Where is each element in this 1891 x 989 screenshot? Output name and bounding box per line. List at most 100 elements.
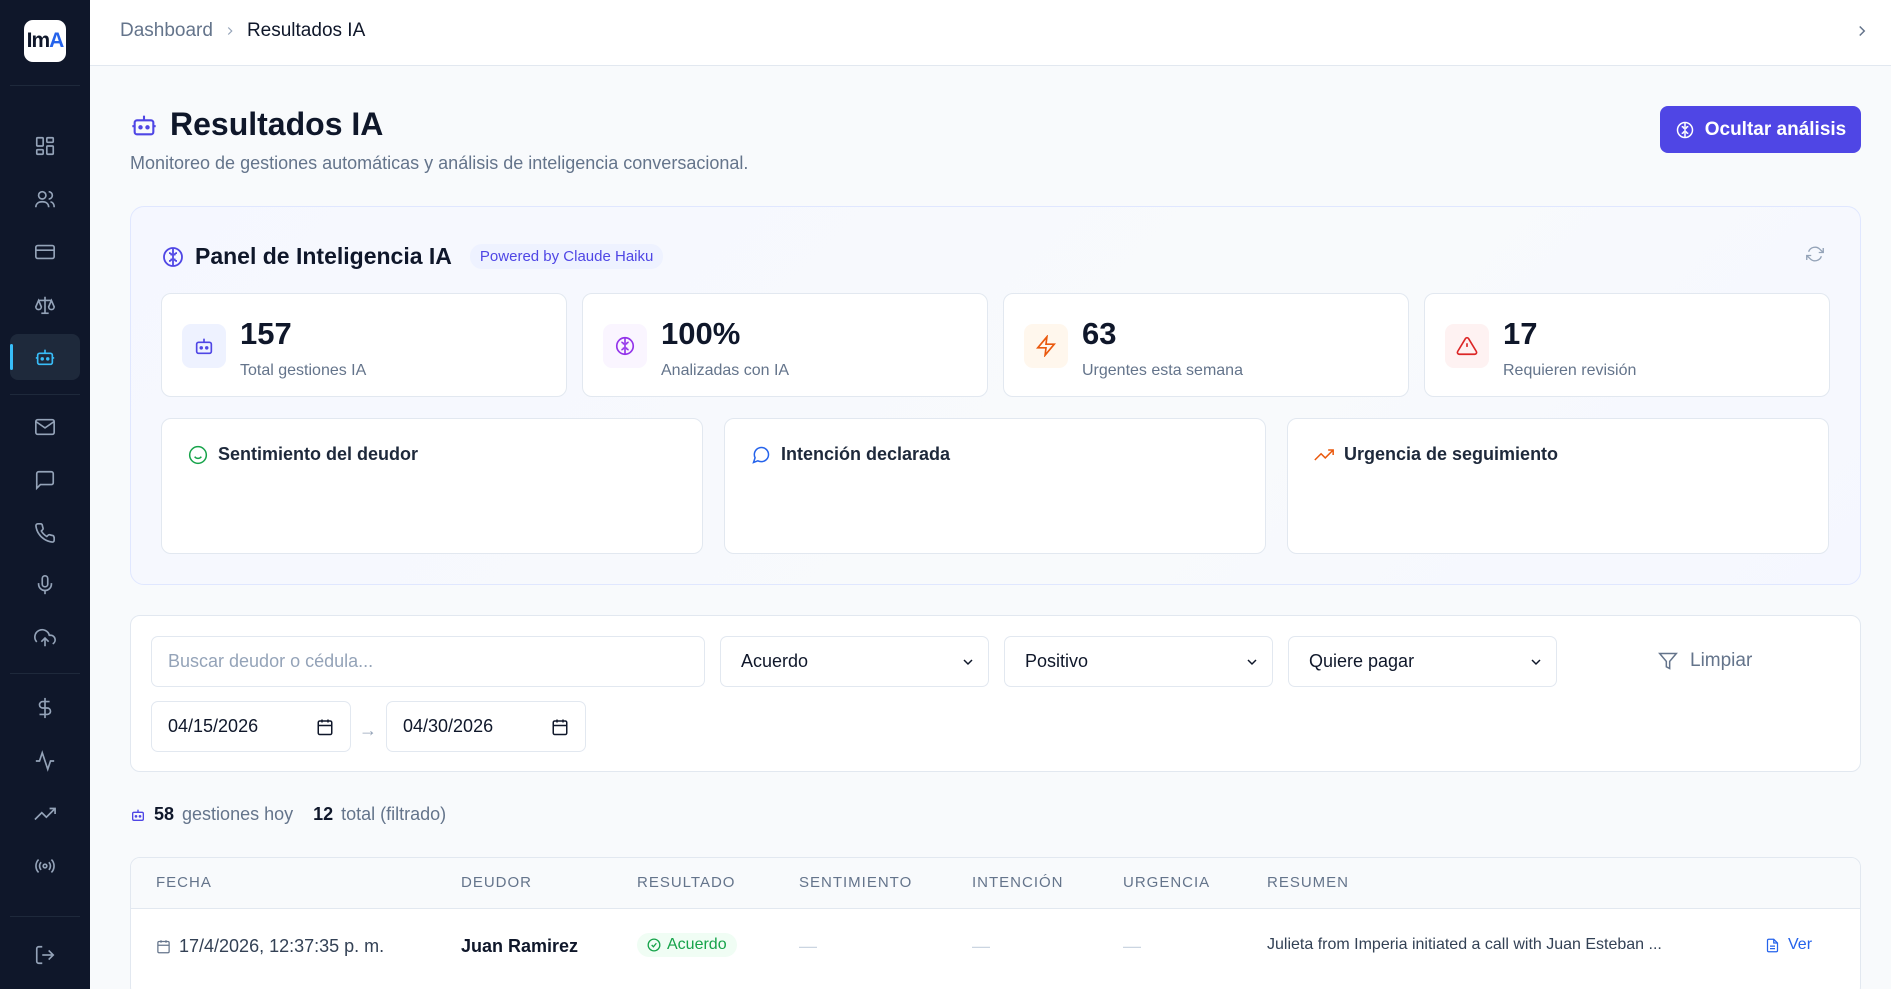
results-counter: 58 gestiones hoy 12 total (filtrado): [130, 804, 446, 825]
date-to-value: 04/30/2026: [403, 716, 494, 736]
trending-up-icon: [34, 807, 56, 821]
results-table: FECHA DEUDOR RESULTADO SENTIMIENTO INTEN…: [130, 857, 1861, 989]
date-from-value: 04/15/2026: [168, 716, 259, 736]
message-circle-icon: [752, 446, 770, 464]
view-details-button[interactable]: Ver: [1765, 936, 1812, 954]
today-count: 58: [154, 804, 175, 824]
sidebar-item-broadcast[interactable]: [10, 843, 80, 889]
dollar-icon: [38, 697, 52, 719]
breadcrumb: Dashboard Resultados IA: [120, 20, 365, 42]
top-bar: Dashboard Resultados IA: [90, 0, 1891, 66]
sidebar-divider: [10, 394, 80, 395]
page-title: Resultados IA: [170, 106, 384, 142]
row-date: 17/4/2026, 12:37:35 p. m.: [156, 936, 384, 957]
row-debtor: Juan Ramirez: [461, 936, 579, 956]
chevron-down-icon: [1247, 658, 1257, 665]
column-header-fecha[interactable]: FECHA: [156, 874, 212, 891]
row-urgency: —: [1123, 936, 1141, 956]
users-icon: [35, 190, 55, 208]
bot-icon: [35, 349, 55, 366]
sidebar-item-calls[interactable]: [10, 510, 80, 556]
sidebar-divider: [10, 673, 80, 674]
search-input[interactable]: Buscar deudor o cédula...: [151, 636, 705, 687]
stat-card-review: 17 Requieren revisión: [1424, 293, 1830, 397]
column-header-intencion[interactable]: INTENCIÓN: [972, 874, 1064, 891]
calendar-icon: [317, 719, 333, 735]
app-logo[interactable]: Im A: [24, 20, 66, 62]
clear-filters-button[interactable]: Limpiar: [1658, 650, 1752, 672]
sidebar: Im A: [0, 0, 90, 989]
intent-select-value: Quiere pagar: [1309, 651, 1415, 671]
stat-card-urgent: 63 Urgentes esta semana: [1003, 293, 1409, 397]
intent-select[interactable]: Quiere pagar: [1288, 636, 1557, 687]
sidebar-item-ai-results[interactable]: [10, 334, 80, 380]
alert-triangle-icon: [1445, 324, 1489, 368]
chevron-down-icon: [1531, 658, 1541, 665]
row-intent: —: [972, 936, 990, 956]
page-header: Resultados IA: [130, 106, 383, 143]
bot-icon: [182, 324, 226, 368]
row-sentiment: —: [799, 936, 817, 956]
panel-title: Panel de Inteligencia IA: [195, 243, 452, 269]
broadcast-icon: [35, 859, 55, 873]
sidebar-divider: [10, 85, 80, 86]
sidebar-item-trends[interactable]: [10, 791, 80, 837]
stat-card-analyzed: 100% Analizadas con IA: [582, 293, 988, 397]
logout-icon: [35, 945, 55, 965]
chevron-right-icon[interactable]: [1853, 22, 1871, 40]
sidebar-item-logout[interactable]: [10, 932, 80, 978]
sentiment-card: Sentimiento del deudor: [161, 418, 703, 554]
sidebar-item-mail[interactable]: [10, 404, 80, 450]
bot-icon: [132, 115, 156, 135]
phone-icon: [35, 523, 55, 543]
total-label: total (filtrado): [341, 804, 447, 824]
sidebar-item-activity[interactable]: [10, 738, 80, 784]
column-header-urgencia[interactable]: URGENCIA: [1123, 874, 1210, 891]
brain-icon: [1676, 121, 1693, 138]
panel-header: Panel de Inteligencia IA Powered by Clau…: [161, 243, 664, 270]
stat-label: Analizadas con IA: [661, 362, 790, 379]
date-to-input[interactable]: 04/30/2026: [386, 701, 586, 752]
view-details-label: Ver: [1788, 936, 1813, 953]
logo-text: Im: [26, 29, 50, 52]
column-header-resumen[interactable]: RESUMEN: [1267, 874, 1349, 891]
breadcrumb-dashboard[interactable]: Dashboard: [120, 20, 213, 42]
sidebar-item-voice[interactable]: [10, 562, 80, 608]
sidebar-item-dashboard[interactable]: [10, 123, 80, 169]
stat-label: Requieren revisión: [1503, 362, 1637, 379]
credit-card-icon: [35, 244, 55, 260]
sidebar-item-payments[interactable]: [10, 685, 80, 731]
filters-bar: Buscar deudor o cédula... Acuerdo Positi…: [130, 615, 1861, 772]
trending-up-icon: [1314, 448, 1334, 461]
column-header-resultado[interactable]: RESULTADO: [637, 874, 735, 891]
scale-icon: [35, 296, 55, 315]
sidebar-item-cards[interactable]: [10, 229, 80, 275]
urgency-card-title: Urgencia de seguimiento: [1344, 444, 1559, 464]
sentiment-select[interactable]: Positivo: [1004, 636, 1273, 687]
urgency-card: Urgencia de seguimiento: [1287, 418, 1829, 554]
today-label: gestiones hoy: [182, 804, 294, 824]
ai-intelligence-panel: Panel de Inteligencia IA Powered by Clau…: [130, 206, 1861, 585]
result-select[interactable]: Acuerdo: [720, 636, 989, 687]
column-header-deudor[interactable]: DEUDOR: [461, 874, 532, 891]
calendar-icon: [552, 719, 568, 735]
refresh-icon[interactable]: [1806, 245, 1824, 263]
stat-value: 17: [1503, 316, 1538, 351]
sentiment-card-title: Sentimiento del deudor: [218, 444, 419, 464]
stat-label: Urgentes esta semana: [1082, 362, 1243, 379]
brain-icon: [603, 324, 647, 368]
calendar-icon: [157, 940, 170, 954]
intent-card: Intención declarada: [724, 418, 1266, 554]
sidebar-item-legal[interactable]: [10, 282, 80, 328]
column-header-sentimiento[interactable]: SENTIMIENTO: [799, 874, 912, 891]
filter-icon: [1658, 652, 1678, 670]
sentiment-select-value: Positivo: [1025, 651, 1089, 671]
sidebar-item-messages[interactable]: [10, 457, 80, 503]
sidebar-item-upload[interactable]: [10, 615, 80, 661]
logo-accent-text: A: [49, 29, 64, 52]
hide-analysis-button[interactable]: Ocultar análisis: [1660, 106, 1861, 153]
date-from-input[interactable]: 04/15/2026: [151, 701, 351, 752]
sidebar-item-users[interactable]: [10, 176, 80, 222]
stat-value: 157: [240, 316, 292, 351]
intent-card-title: Intención declarada: [781, 444, 951, 464]
